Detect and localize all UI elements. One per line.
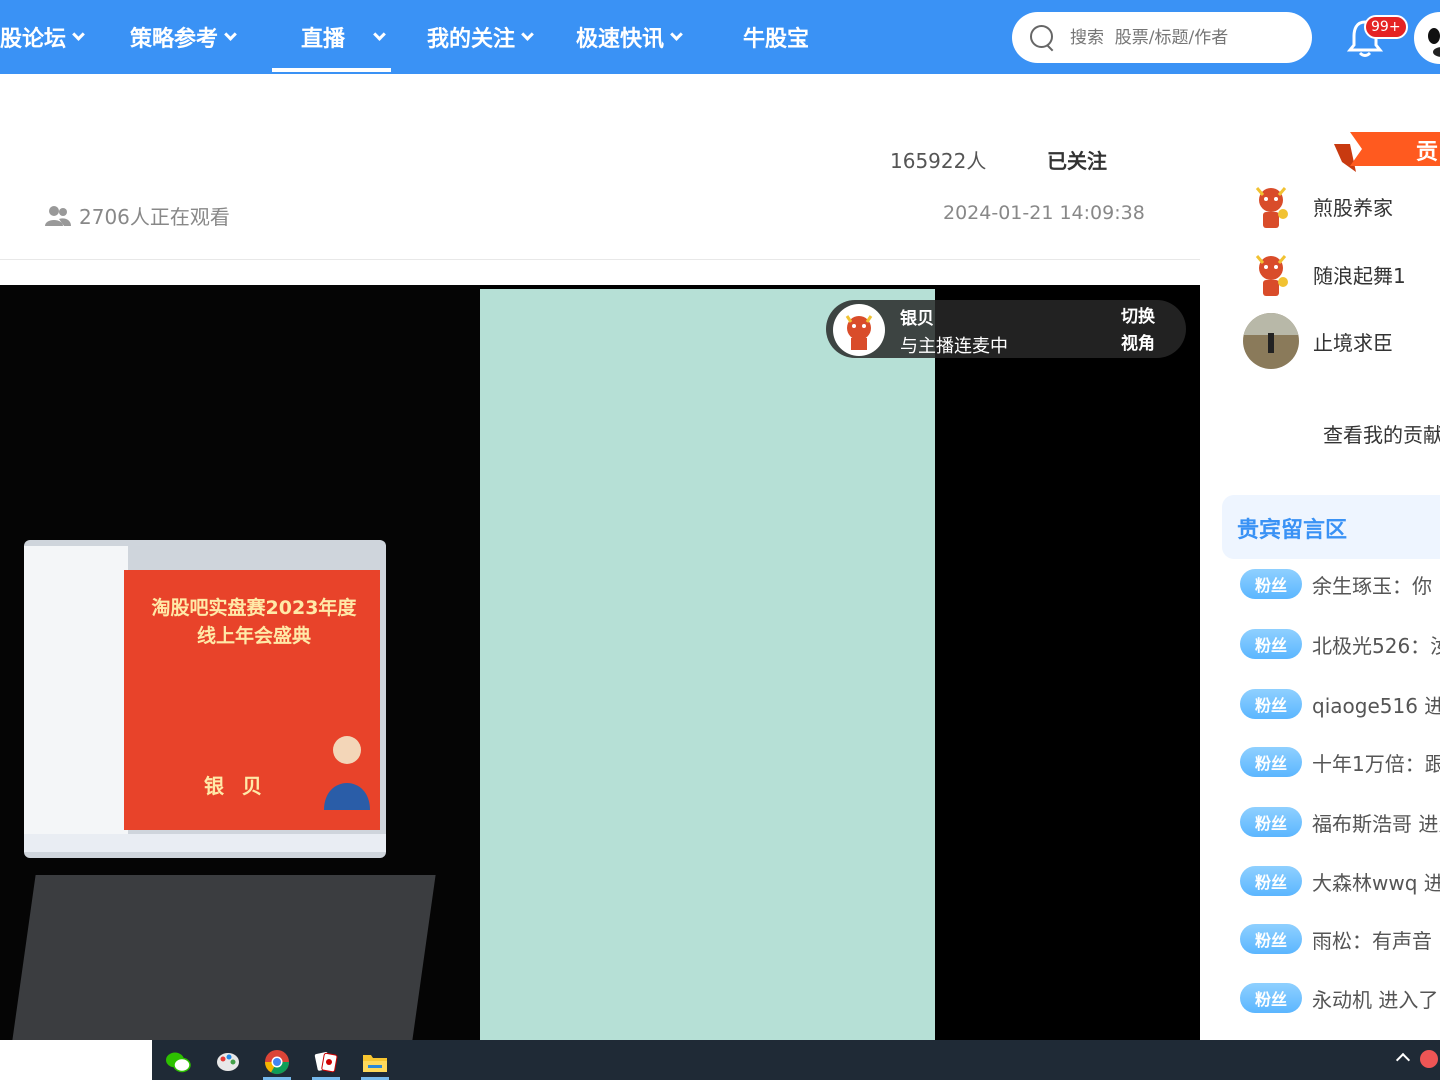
- chevron-down-icon: [373, 27, 386, 41]
- comment-text: 北极光526：汝: [1312, 633, 1440, 658]
- view-my-contribution-link[interactable]: 查看我的贡献: [1323, 419, 1440, 448]
- photo-avatar: [1243, 313, 1299, 369]
- viewer-count-text: 2706人正在观看: [79, 205, 230, 229]
- chevron-down-icon: [521, 27, 534, 41]
- contributor-item[interactable]: 煎股养家: [1243, 178, 1393, 234]
- comment-text: 永动机 进入了: [1312, 987, 1439, 1012]
- presenter-icon: [324, 736, 370, 810]
- nav-item-label: 直播: [301, 27, 346, 52]
- top-navigation-bar: 股论坛 策略参考 直播 我的关注 极速快讯 牛股宝 99+: [0, 0, 1440, 74]
- tray-app-icon[interactable]: [1420, 1050, 1438, 1068]
- system-taskbar: [0, 1040, 1440, 1080]
- co-host-bar: 银贝 与主播连麦中 切换 视角: [826, 300, 1186, 358]
- nav-item-flash-news[interactable]: 极速快讯: [576, 0, 683, 74]
- list-item: 粉丝 大森林wwq 进入: [1240, 865, 1440, 897]
- list-item: 粉丝 十年1万倍：跟: [1240, 746, 1440, 778]
- switch-label-line2: 视角: [1121, 334, 1155, 354]
- live-video-player[interactable]: 淘股吧实盘赛2023年度线上年会盛典 银贝 银贝 与主播连麦中 切换 视角: [0, 285, 1200, 1040]
- list-item: 粉丝 福布斯浩哥 进入: [1240, 806, 1440, 838]
- list-item: 粉丝 永动机 进入了: [1240, 982, 1438, 1014]
- nav-item-label: 牛股宝: [743, 27, 810, 52]
- list-item: 粉丝 余生琢玉：你: [1240, 568, 1432, 600]
- cards-game-icon[interactable]: [306, 1044, 346, 1080]
- camera-feed-left: 淘股吧实盘赛2023年度线上年会盛典 银贝: [0, 285, 480, 1040]
- laptop-taskbar: [24, 834, 386, 852]
- nav-item-label: 策略参考: [130, 27, 219, 52]
- chevron-down-icon: [72, 27, 85, 41]
- file-explorer-icon[interactable]: [355, 1044, 395, 1080]
- notification-badge: 99+: [1364, 15, 1408, 39]
- nav-item-forum[interactable]: 股论坛: [0, 0, 85, 74]
- list-item: 粉丝 北极光526：汝: [1240, 628, 1440, 660]
- fan-badge: 粉丝: [1240, 629, 1302, 659]
- list-item: 粉丝 qiaoge516 进入: [1240, 688, 1440, 720]
- search-input[interactable]: [1068, 26, 1288, 49]
- anchor-name: 银贝: [900, 309, 934, 329]
- comment-text: qiaoge516 进入: [1312, 693, 1440, 718]
- bull-mascot-avatar: [1243, 246, 1299, 302]
- broadcast-datetime: 2024-01-21 14:09:38: [943, 202, 1145, 224]
- poster-title: 淘股吧实盘赛2023年度线上年会盛典: [151, 597, 357, 647]
- nav-item-label: 我的关注: [427, 27, 516, 52]
- comment-text: 余生琢玉：你: [1312, 573, 1432, 598]
- chevron-down-icon: [224, 27, 237, 41]
- wechat-icon[interactable]: [158, 1044, 198, 1080]
- fan-badge: 粉丝: [1240, 983, 1302, 1013]
- bull-mascot-avatar: [1243, 178, 1299, 234]
- nav-item-label: 股论坛: [0, 27, 67, 52]
- guest-section-title[interactable]: 贵宾留言区: [1237, 512, 1347, 544]
- comment-text: 大森林wwq 进入: [1312, 870, 1440, 895]
- comment-text: 十年1万倍：跟: [1312, 751, 1440, 776]
- fan-badge: 粉丝: [1240, 569, 1302, 599]
- event-poster: 淘股吧实盘赛2023年度线上年会盛典 银贝: [124, 570, 380, 830]
- user-avatar[interactable]: [1414, 12, 1440, 64]
- fan-badge: 粉丝: [1240, 866, 1302, 896]
- search-box[interactable]: [1012, 12, 1312, 63]
- contributor-item[interactable]: 止境求臣: [1243, 313, 1393, 369]
- nav-item-strategy[interactable]: 策略参考: [130, 0, 237, 74]
- contributor-name: 随浪起舞1: [1313, 263, 1406, 288]
- switch-view-button[interactable]: 切换 视角: [1118, 304, 1158, 358]
- follower-count: 165922人: [890, 149, 987, 173]
- comment-text: 雨松：有声音: [1312, 928, 1432, 953]
- nav-item-following[interactable]: 我的关注: [427, 0, 534, 74]
- nav-item-live[interactable]: 直播: [272, 0, 391, 74]
- fan-badge: 粉丝: [1240, 747, 1302, 777]
- anchor-status: 与主播连麦中: [900, 336, 1008, 357]
- nav-item-niugubao[interactable]: 牛股宝: [743, 0, 809, 74]
- taskbar-blank-area: [0, 1040, 152, 1080]
- fan-badge: 粉丝: [1240, 924, 1302, 954]
- nav-item-label: 极速快讯: [576, 27, 665, 52]
- fan-badge: 粉丝: [1240, 807, 1302, 837]
- poster-name: 银贝: [204, 774, 280, 798]
- anchor-avatar: [833, 304, 885, 356]
- search-icon[interactable]: [1030, 24, 1056, 51]
- laptop-window: [24, 546, 128, 838]
- contributor-name: 煎股养家: [1313, 195, 1393, 220]
- switch-label-line1: 切换: [1121, 307, 1155, 327]
- paint-icon[interactable]: [208, 1044, 248, 1080]
- contributor-name: 止境求臣: [1313, 330, 1393, 355]
- camera-feed-right: [480, 289, 935, 1040]
- chrome-icon[interactable]: [257, 1044, 297, 1080]
- contributor-item[interactable]: 随浪起舞1: [1243, 246, 1406, 302]
- guest-comment-list[interactable]: 粉丝 余生琢玉：你 粉丝 北极光526：汝 粉丝 qiaoge516 进入 粉丝…: [1240, 560, 1440, 1040]
- follow-button[interactable]: 已关注: [1047, 145, 1107, 174]
- users-icon: [45, 205, 71, 226]
- laptop-keyboard: [12, 875, 436, 1040]
- chevron-down-icon: [670, 27, 683, 41]
- comment-text: 福布斯浩哥 进入: [1312, 811, 1440, 836]
- contribution-ribbon-label: 贡: [1416, 140, 1439, 165]
- fan-badge: 粉丝: [1240, 689, 1302, 719]
- viewer-count: 2706人正在观看: [45, 201, 230, 230]
- laptop-screen-image: 淘股吧实盘赛2023年度线上年会盛典 银贝: [24, 540, 386, 858]
- list-item: 粉丝 雨松：有声音: [1240, 923, 1432, 955]
- divider: [0, 259, 1200, 260]
